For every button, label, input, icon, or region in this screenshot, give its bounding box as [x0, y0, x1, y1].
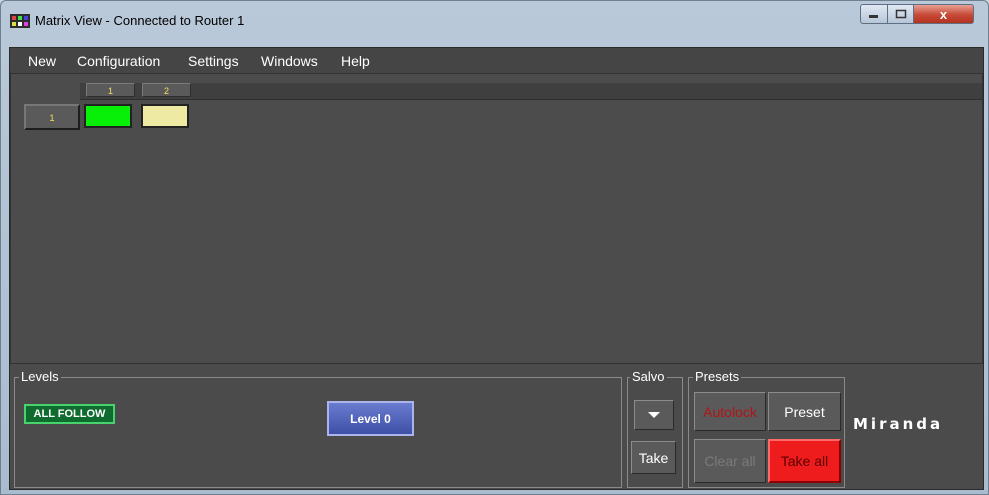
- salvo-title: Salvo: [630, 369, 667, 384]
- salvo-take-button[interactable]: Take: [631, 441, 676, 474]
- salvo-panel: Salvo Take: [627, 369, 683, 488]
- miranda-logo: Miranda: [853, 415, 944, 433]
- destination-header-strip: [80, 83, 982, 100]
- all-follow-button[interactable]: ALL FOLLOW: [24, 404, 115, 424]
- salvo-dropdown-button[interactable]: [634, 400, 674, 430]
- level-0-button[interactable]: Level 0: [327, 401, 414, 436]
- maximize-icon: [895, 9, 906, 19]
- app-window: Matrix View - Connected to Router 1 x Ne…: [0, 0, 989, 495]
- menu-settings[interactable]: Settings: [188, 53, 239, 69]
- close-button[interactable]: x: [913, 4, 974, 24]
- preset-button[interactable]: Preset: [768, 392, 841, 431]
- close-icon: x: [939, 6, 948, 22]
- autolock-button[interactable]: Autolock: [694, 392, 766, 431]
- window-title: Matrix View - Connected to Router 1: [35, 13, 245, 28]
- minimize-button[interactable]: [860, 4, 888, 24]
- levels-panel: Levels ALL FOLLOW Level 0: [14, 369, 622, 488]
- levels-title: Levels: [19, 369, 61, 384]
- grid-icon: [10, 14, 30, 28]
- menu-new[interactable]: New: [28, 53, 56, 69]
- maximize-button[interactable]: [887, 4, 914, 24]
- take-all-button[interactable]: Take all: [768, 439, 841, 483]
- title-bar[interactable]: Matrix View - Connected to Router 1 x: [1, 1, 988, 41]
- menu-configuration[interactable]: Configuration: [77, 53, 160, 69]
- crosspoint-1-1[interactable]: [84, 104, 132, 128]
- client-area: New Configuration Settings Windows Help …: [9, 47, 984, 490]
- clear-all-button[interactable]: Clear all: [694, 439, 766, 483]
- presets-panel: Presets Autolock Preset Clear all Take a…: [688, 369, 845, 488]
- menu-help[interactable]: Help: [341, 53, 370, 69]
- source-header-1[interactable]: 1: [24, 104, 80, 130]
- presets-title: Presets: [693, 369, 742, 384]
- destination-header-1[interactable]: 1: [86, 83, 135, 97]
- menu-bar: New Configuration Settings Windows Help: [10, 48, 983, 73]
- minimize-icon: [869, 15, 878, 18]
- menu-windows[interactable]: Windows: [261, 53, 318, 69]
- crosspoint-1-2[interactable]: [141, 104, 189, 128]
- crosspoint-matrix: 1 2 1: [10, 73, 983, 364]
- destination-header-2[interactable]: 2: [142, 83, 191, 97]
- chevron-down-icon: [648, 412, 660, 418]
